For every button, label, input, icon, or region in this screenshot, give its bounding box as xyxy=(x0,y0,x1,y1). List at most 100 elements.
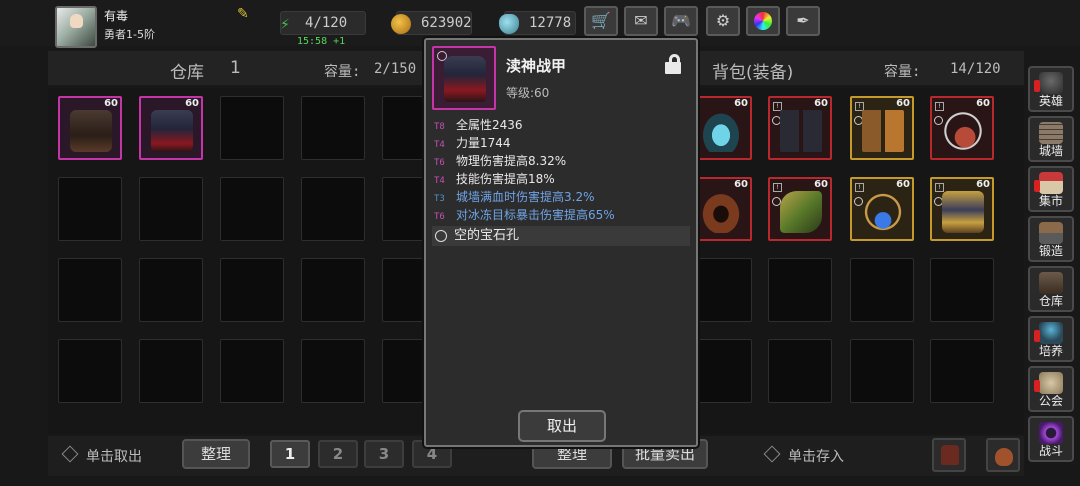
warehouse-slot-empty[interactable] xyxy=(220,177,284,241)
color-wheel-icon xyxy=(754,12,772,30)
item-level: 60 xyxy=(734,98,748,109)
tooltip-item-icon xyxy=(432,46,496,110)
bag-capacity: 14/120 xyxy=(950,61,1001,77)
necklace-icon xyxy=(942,110,984,152)
feather-icon: ✒ xyxy=(796,11,810,30)
page-tab-3[interactable]: 3 xyxy=(364,440,404,468)
warehouse-page: 1 xyxy=(230,58,241,78)
bag-slot-empty[interactable] xyxy=(850,258,914,322)
amulet-blue-icon xyxy=(862,191,904,233)
bag-capacity-label: 容量: xyxy=(884,64,921,80)
bag-slot-empty[interactable] xyxy=(930,258,994,322)
nav-market[interactable]: 集市 xyxy=(1028,166,1074,212)
nav-label: 战斗 xyxy=(1038,444,1063,458)
stat-text: 力量1744 xyxy=(456,136,511,150)
warehouse-slot-empty[interactable] xyxy=(220,339,284,403)
warehouse-slot-empty[interactable] xyxy=(58,177,122,241)
warehouse-title: 仓库 xyxy=(170,63,204,83)
stat-line: T6 物理伤害提高8.32% xyxy=(434,152,692,170)
bag-slot-item[interactable]: ! 60 xyxy=(930,177,994,241)
cape-green-icon xyxy=(780,191,822,233)
warehouse-slot-empty[interactable] xyxy=(139,177,203,241)
alert-icon xyxy=(1034,380,1040,392)
wheel-button[interactable] xyxy=(746,6,780,36)
bag-slot-item[interactable]: ! 60 xyxy=(768,96,832,160)
nav-portal[interactable]: 战斗 xyxy=(1028,416,1074,462)
cloak-armor-icon xyxy=(70,110,112,152)
bag-slot-empty[interactable] xyxy=(850,339,914,403)
boots-gold-icon xyxy=(862,110,904,152)
player-avatar[interactable] xyxy=(55,6,97,48)
guild-icon xyxy=(1039,372,1063,394)
helmet-icon xyxy=(1039,72,1063,94)
take-out-single-label: 单击取出 xyxy=(86,449,142,465)
warehouse-slot-empty[interactable] xyxy=(220,258,284,322)
demon-armor-icon xyxy=(151,110,193,152)
energy-counter: ⚡ 4/120 xyxy=(280,11,366,35)
bag-slot-item[interactable]: ! 60 xyxy=(850,96,914,160)
player-name: 有毒 xyxy=(104,9,129,23)
settings-button[interactable]: ⚙ xyxy=(706,6,740,36)
warehouse-slot-empty[interactable] xyxy=(58,258,122,322)
potion-filter-button[interactable] xyxy=(986,438,1020,472)
warehouse-slot-empty[interactable] xyxy=(301,96,365,160)
item-tooltip: 渎神战甲 等级:60 T8 全属性2436 T4 力量1744 T6 物理伤害提高8.… xyxy=(424,38,698,447)
socket-label: 空的宝石孔 xyxy=(454,228,520,243)
new-badge-icon: ! xyxy=(855,183,864,192)
gem-socket-row: 空的宝石孔 xyxy=(432,226,690,246)
page-tab-2[interactable]: 2 xyxy=(318,440,358,468)
shop-button[interactable]: 🛒 xyxy=(584,6,618,36)
edit-icon[interactable]: ✎ xyxy=(237,6,253,22)
item-level: 60 xyxy=(104,98,118,109)
item-level: 60 xyxy=(734,179,748,190)
warehouse-slot-empty[interactable] xyxy=(301,339,365,403)
bag-slot-empty[interactable] xyxy=(768,339,832,403)
nav-warehouse[interactable]: 仓库 xyxy=(1028,266,1074,312)
stat-line: T4 力量1744 xyxy=(434,134,692,152)
warehouse-slot-empty[interactable] xyxy=(301,177,365,241)
wall-icon xyxy=(1039,122,1063,144)
bag-slot-empty[interactable] xyxy=(930,339,994,403)
gem-icon xyxy=(499,14,519,34)
warehouse-slot-empty[interactable] xyxy=(220,96,284,160)
stat-text: 城墙满血时伤害提高3.2% xyxy=(456,190,595,204)
warehouse-slot-empty[interactable] xyxy=(139,258,203,322)
warehouse-slot-empty[interactable] xyxy=(58,339,122,403)
nav-helmet[interactable]: 英雄 xyxy=(1028,66,1074,112)
nav-anvil[interactable]: 锻造 xyxy=(1028,216,1074,262)
stat-line: T6 对冰冻目标暴击伤害提高65% xyxy=(434,206,692,224)
mail-icon: ✉ xyxy=(634,11,648,30)
trophy-icon xyxy=(1039,322,1063,344)
nav-wall[interactable]: 城墙 xyxy=(1028,116,1074,162)
stat-text: 物理伤害提高8.32% xyxy=(456,154,567,168)
page-tab-1[interactable]: 1 xyxy=(270,440,310,468)
energy-value: 4/120 xyxy=(305,15,348,31)
nav-trophy[interactable]: 培养 xyxy=(1028,316,1074,362)
bag-slot-item[interactable]: ! 60 xyxy=(850,177,914,241)
new-badge-icon: ! xyxy=(935,183,944,192)
energy-timer: 15:58 +1 xyxy=(297,36,346,47)
warehouse-slot-item[interactable]: 60 xyxy=(58,96,122,160)
boots-dark-icon xyxy=(780,110,822,152)
bag-slot-item[interactable]: ! 60 xyxy=(930,96,994,160)
warehouse-slot-empty[interactable] xyxy=(139,339,203,403)
item-level: 60 xyxy=(185,98,199,109)
bag-slot-item[interactable]: ! 60 xyxy=(768,177,832,241)
lightning-icon: ⚡ xyxy=(280,14,290,33)
unlock-icon[interactable] xyxy=(664,54,682,74)
portal-icon xyxy=(1039,422,1063,444)
armor-filter-button[interactable] xyxy=(932,438,966,472)
mail-button[interactable]: ✉ xyxy=(624,6,658,36)
take-out-button[interactable]: 取出 xyxy=(518,410,606,442)
item-level: 60 xyxy=(814,179,828,190)
gamepad-button[interactable]: 🎮 xyxy=(664,6,698,36)
warehouse-slot-item[interactable]: 60 xyxy=(139,96,203,160)
plume-button[interactable]: ✒ xyxy=(786,6,820,36)
tooltip-item-level: 等级:60 xyxy=(506,86,550,100)
nav-guild[interactable]: 公会 xyxy=(1028,366,1074,412)
gear-icon: ⚙ xyxy=(715,11,731,30)
warehouse-sort-button[interactable]: 整理 xyxy=(182,439,250,469)
warehouse-slot-empty[interactable] xyxy=(301,258,365,322)
stat-line: T3 城墙满血时伤害提高3.2% xyxy=(434,188,692,206)
bag-slot-empty[interactable] xyxy=(768,258,832,322)
